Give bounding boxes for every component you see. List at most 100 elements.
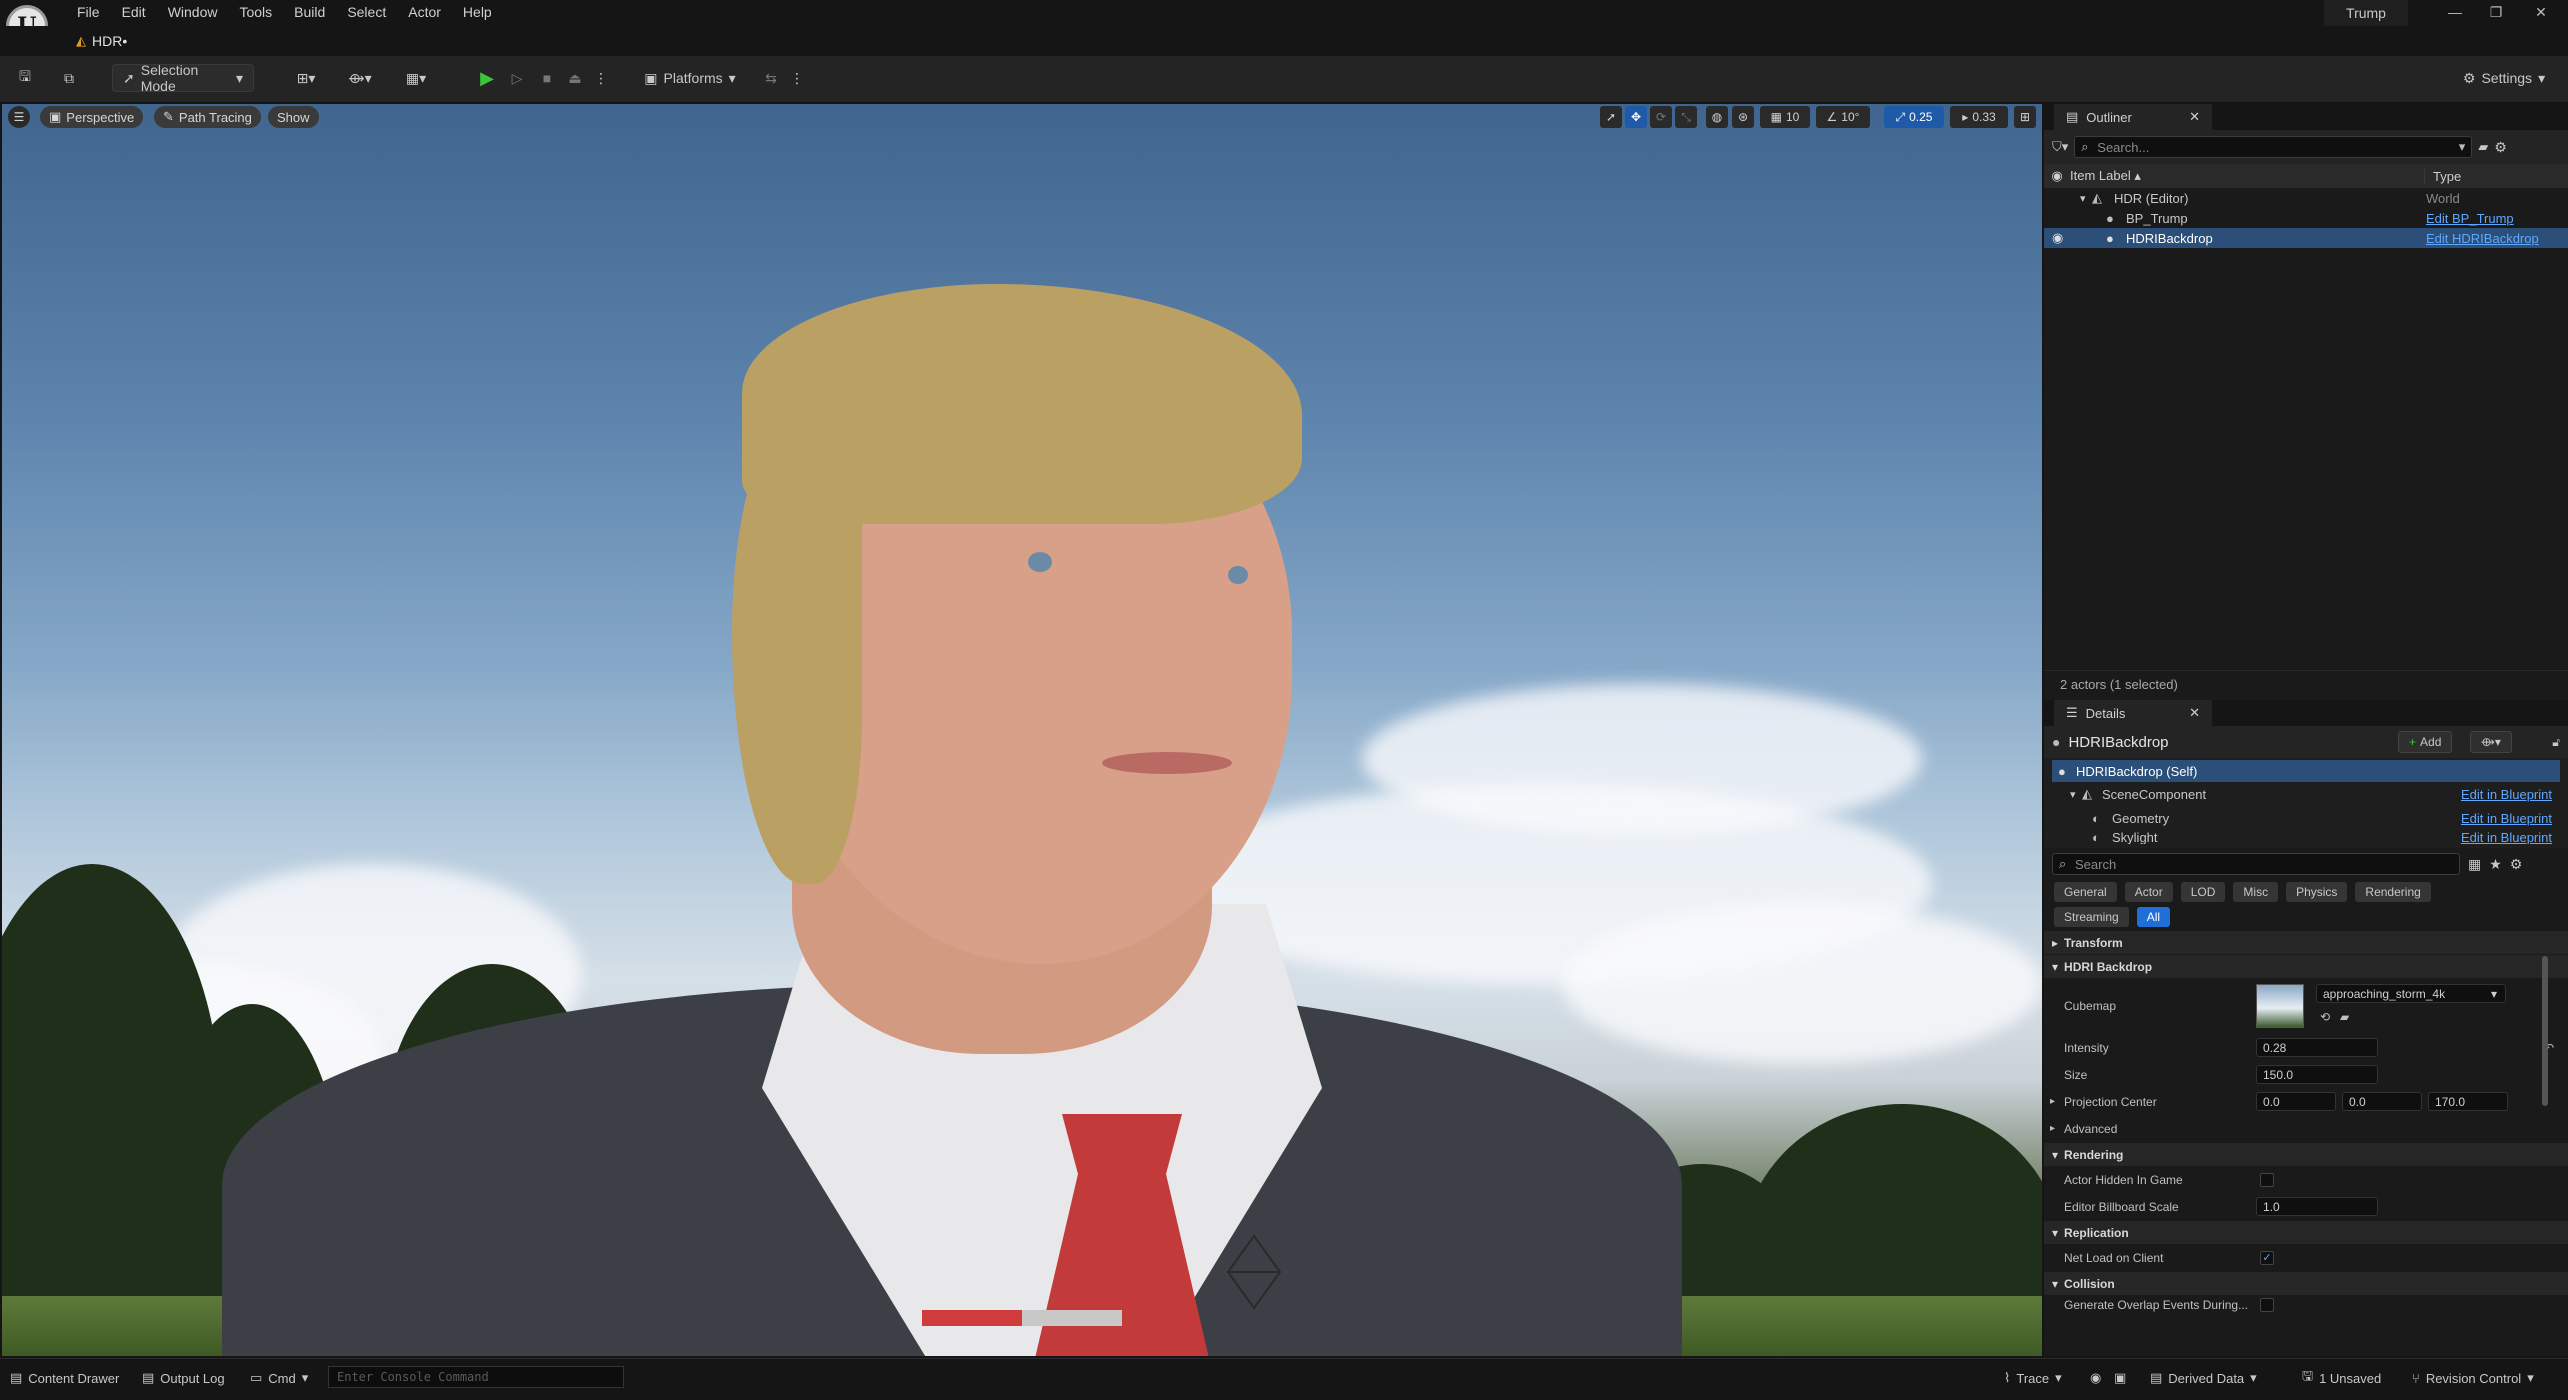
viewport-menu-icon[interactable]: ☰: [8, 106, 30, 128]
category-actor[interactable]: Actor: [2124, 882, 2173, 902]
scale-snap-button[interactable]: ⤢ 0.25: [1884, 106, 1944, 128]
use-selected-icon[interactable]: ⟲: [2320, 1010, 2330, 1024]
billboard-scale-input[interactable]: 1.0: [2256, 1197, 2378, 1216]
outliner-search-input[interactable]: ⌕ Search... ▾: [2074, 136, 2473, 158]
cubemap-thumbnail[interactable]: [2256, 984, 2304, 1028]
content-drawer-button[interactable]: ▤ Content Drawer: [10, 1366, 119, 1390]
level-tab[interactable]: ◭ HDR•: [66, 29, 137, 53]
projection-z-input[interactable]: 170.0: [2428, 1092, 2508, 1111]
camera-speed-button[interactable]: ▸ 0.33: [1950, 106, 2008, 128]
derived-data-button[interactable]: ▤ Derived Data ▾: [2150, 1366, 2257, 1390]
source-control-icon[interactable]: ⇆: [758, 64, 784, 92]
component-row-geometry[interactable]: ◐ Geometry Edit in Blueprint: [2052, 806, 2560, 830]
more-options-icon[interactable]: ⋮: [790, 64, 804, 92]
unsaved-button[interactable]: 🖫 1 Unsaved: [2302, 1366, 2381, 1390]
prop-advanced[interactable]: ▸ Advanced: [2044, 1115, 2568, 1142]
filter-icon[interactable]: ⛉▾: [2052, 139, 2068, 155]
item-label-column[interactable]: Item Label ▴: [2070, 168, 2424, 184]
details-scrollbar[interactable]: [2542, 956, 2548, 1106]
menu-window[interactable]: Window: [157, 1, 229, 23]
browse-asset-icon[interactable]: ▰: [2340, 1010, 2349, 1024]
close-window-icon[interactable]: ✕: [2530, 4, 2552, 21]
outliner-row-type-link[interactable]: Edit HDRIBackdrop: [2426, 231, 2539, 246]
select-tool-icon[interactable]: ➚: [1600, 106, 1622, 128]
add-actor-icon[interactable]: ⊞▾: [286, 64, 326, 92]
projection-y-input[interactable]: 0.0: [2342, 1092, 2422, 1111]
record-icon[interactable]: ◉: [2090, 1366, 2101, 1390]
section-collision[interactable]: ▾ Collision: [2044, 1271, 2568, 1295]
perspective-button[interactable]: ▣ Perspective: [40, 106, 144, 128]
favorite-star-icon[interactable]: ★: [2489, 856, 2502, 873]
category-all[interactable]: All: [2136, 907, 2171, 927]
settings-button[interactable]: ⚙ Settings ▾: [2452, 64, 2556, 92]
menu-edit[interactable]: Edit: [111, 1, 157, 23]
cinematics-icon[interactable]: ▦▾: [396, 64, 436, 92]
blueprint-icon[interactable]: ⟴▾: [340, 64, 380, 92]
intensity-input[interactable]: 0.28: [2256, 1038, 2378, 1057]
console-command-input[interactable]: Enter Console Command: [328, 1366, 624, 1388]
section-hdri-backdrop[interactable]: ▾ HDRI Backdrop: [2044, 954, 2568, 978]
add-component-button[interactable]: + Add: [2398, 731, 2453, 753]
component-row-skylight[interactable]: ◐ Skylight Edit in Blueprint: [2052, 830, 2560, 844]
net-load-checkbox[interactable]: ✓: [2260, 1250, 2274, 1265]
grid-snap-button[interactable]: ▦ 10: [1760, 106, 1810, 128]
type-column[interactable]: Type: [2424, 168, 2461, 184]
restore-icon[interactable]: ❐: [2485, 4, 2507, 21]
category-rendering[interactable]: Rendering: [2355, 882, 2431, 902]
surface-snap-icon[interactable]: ⊛: [1732, 106, 1754, 128]
view-mode-button[interactable]: ✎ Path Tracing: [154, 106, 261, 128]
revision-control-button[interactable]: ⑂ Revision Control ▾: [2412, 1366, 2534, 1390]
show-button[interactable]: Show: [268, 106, 319, 128]
edit-in-blueprint-link[interactable]: Edit in Blueprint: [2461, 830, 2552, 844]
outliner-row-world[interactable]: ▾ ◭ HDR (Editor) World: [2044, 188, 2568, 208]
size-input[interactable]: 150.0: [2256, 1065, 2378, 1084]
visibility-icon[interactable]: ◉: [2044, 168, 2070, 184]
menu-help[interactable]: Help: [452, 1, 503, 23]
outliner-row-bp-trump[interactable]: ● BP_Trump Edit BP_Trump: [2044, 208, 2568, 228]
lock-icon[interactable]: 🔓︎: [2552, 735, 2560, 750]
stop-icon[interactable]: ■: [534, 64, 560, 92]
platforms-button[interactable]: ▣ Platforms ▾: [640, 64, 740, 92]
rotation-snap-button[interactable]: ∠ 10°: [1816, 106, 1870, 128]
eject-icon[interactable]: ⏏: [562, 64, 588, 92]
actor-pivot-icon[interactable]: [1226, 1234, 1282, 1310]
visibility-eye-icon[interactable]: ◉: [2052, 230, 2063, 246]
play-options-icon[interactable]: ⋮: [592, 64, 610, 92]
outliner-row-type-link[interactable]: Edit BP_Trump: [2426, 211, 2514, 226]
overlap-checkbox[interactable]: [2260, 1298, 2274, 1312]
section-replication[interactable]: ▾ Replication: [2044, 1220, 2568, 1244]
details-search-input[interactable]: ⌕ Search: [2052, 853, 2460, 875]
blueprint-options-button[interactable]: ⟴▾: [2470, 731, 2512, 753]
actor-hidden-checkbox[interactable]: [2260, 1172, 2274, 1187]
save-icon[interactable]: 🖫: [14, 64, 36, 92]
table-view-icon[interactable]: ▦: [2468, 856, 2481, 873]
outliner-row-hdribackdrop[interactable]: ◉ ● HDRIBackdrop Edit HDRIBackdrop: [2044, 228, 2568, 248]
level-viewport[interactable]: [2, 104, 2042, 1356]
output-log-button[interactable]: ▤ Output Log: [142, 1366, 225, 1390]
play-icon[interactable]: ▶: [474, 64, 500, 92]
projection-x-input[interactable]: 0.0: [2256, 1092, 2336, 1111]
world-space-icon[interactable]: ◍: [1706, 106, 1728, 128]
category-general[interactable]: General: [2054, 882, 2117, 902]
expand-arrow-icon[interactable]: ▾: [2080, 192, 2086, 205]
add-folder-icon[interactable]: ▰: [2478, 139, 2488, 155]
details-tab[interactable]: ☰ Details ✕: [2054, 700, 2212, 726]
cubemap-asset-dropdown[interactable]: approaching_storm_4k ▾: [2316, 984, 2506, 1003]
selection-mode-button[interactable]: ➚ Selection Mode ▾: [112, 62, 254, 94]
gear-icon[interactable]: ⚙: [2494, 139, 2507, 156]
gear-icon[interactable]: ⚙: [2510, 856, 2523, 873]
section-rendering[interactable]: ▾ Rendering: [2044, 1142, 2568, 1166]
menu-build[interactable]: Build: [283, 1, 336, 23]
trace-button[interactable]: ⌇ Trace ▾: [2004, 1366, 2062, 1390]
translate-tool-icon[interactable]: ✥: [1625, 106, 1647, 128]
cmd-dropdown[interactable]: ▭ Cmd ▾: [250, 1366, 308, 1390]
skip-frame-icon[interactable]: ▷: [504, 64, 530, 92]
edit-in-blueprint-link[interactable]: Edit in Blueprint: [2461, 811, 2552, 826]
category-physics[interactable]: Physics: [2286, 882, 2348, 902]
collapsed-arrow-icon[interactable]: ▸: [2050, 1096, 2055, 1107]
component-row-self[interactable]: ● HDRIBackdrop (Self): [2052, 760, 2560, 782]
expand-arrow-icon[interactable]: ▾: [2070, 788, 2076, 801]
edit-in-blueprint-link[interactable]: Edit in Blueprint: [2461, 787, 2552, 802]
rotate-tool-icon[interactable]: ⟳: [1650, 106, 1672, 128]
menu-file[interactable]: File: [66, 1, 111, 23]
